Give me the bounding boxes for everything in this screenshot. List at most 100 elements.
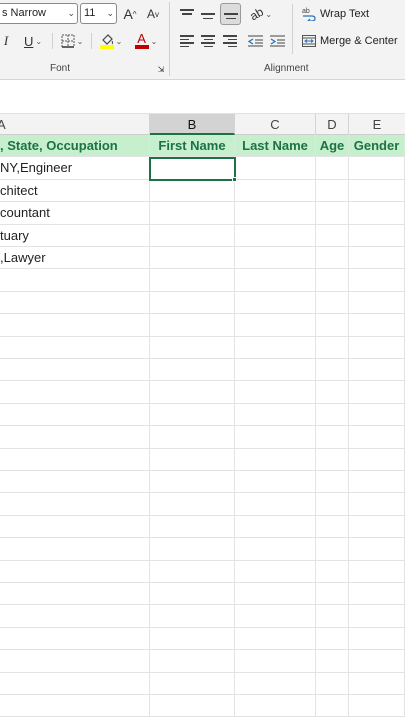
cell-a[interactable]: [0, 471, 150, 493]
cell-e[interactable]: [349, 403, 405, 426]
cell-a[interactable]: [0, 291, 150, 314]
font-name-combobox[interactable]: s Narrow ⌄: [0, 3, 78, 24]
grow-font-button[interactable]: A ^: [120, 4, 140, 24]
cell-d[interactable]: [316, 695, 349, 717]
cell-d[interactable]: [316, 538, 349, 560]
cell-d[interactable]: [316, 314, 349, 336]
align-left-button[interactable]: [178, 32, 196, 50]
cell-c[interactable]: [235, 202, 316, 224]
cell-e[interactable]: [349, 650, 405, 672]
column-header-e[interactable]: E: [349, 114, 405, 135]
cell-b[interactable]: [150, 672, 235, 694]
cell-a[interactable]: [0, 695, 150, 717]
cell-e[interactable]: [349, 560, 405, 582]
cell-c[interactable]: [235, 583, 316, 605]
cell-a[interactable]: tuary: [0, 224, 150, 246]
cell-e[interactable]: [349, 672, 405, 694]
cell-c[interactable]: [235, 560, 316, 582]
cell-d[interactable]: [316, 224, 349, 246]
cell-a[interactable]: [0, 538, 150, 560]
cell-a[interactable]: [0, 314, 150, 336]
cell-e[interactable]: [349, 269, 405, 291]
cell-c[interactable]: [235, 336, 316, 358]
cell-d[interactable]: [316, 515, 349, 538]
cell-a[interactable]: ,Lawyer: [0, 247, 150, 269]
cell-d[interactable]: [316, 202, 349, 224]
cell-c[interactable]: [235, 426, 316, 448]
cell-b[interactable]: [150, 695, 235, 717]
cell-d[interactable]: [316, 179, 349, 202]
cell-c[interactable]: [235, 538, 316, 560]
cell-d[interactable]: [316, 448, 349, 470]
cell-b[interactable]: [150, 650, 235, 672]
cell-b[interactable]: [150, 247, 235, 269]
cell-b[interactable]: [150, 269, 235, 291]
cell-d[interactable]: [316, 672, 349, 694]
cell-b[interactable]: [150, 291, 235, 314]
font-size-combobox[interactable]: 11 ⌄: [80, 3, 117, 24]
cell-b[interactable]: [150, 403, 235, 426]
cell-d[interactable]: [316, 359, 349, 381]
cell-e[interactable]: [349, 583, 405, 605]
cell-e[interactable]: [349, 493, 405, 515]
cell-e[interactable]: [349, 538, 405, 560]
cell-c[interactable]: Last Name: [235, 135, 316, 157]
middle-align-button[interactable]: [199, 5, 217, 23]
cell-e[interactable]: [349, 448, 405, 470]
cell-c[interactable]: [235, 471, 316, 493]
column-header-c[interactable]: C: [235, 114, 316, 135]
chevron-down-icon[interactable]: ⌄: [265, 10, 272, 19]
cell-a[interactable]: [0, 381, 150, 403]
cell-c[interactable]: [235, 493, 316, 515]
chevron-down-icon[interactable]: ⌄: [77, 37, 84, 46]
cell-e[interactable]: [349, 695, 405, 717]
cell-e[interactable]: [349, 605, 405, 627]
cell-a[interactable]: [0, 336, 150, 358]
cell-a[interactable]: [0, 605, 150, 627]
cell-b[interactable]: [150, 583, 235, 605]
cell-d[interactable]: [316, 403, 349, 426]
cell-c[interactable]: [235, 627, 316, 650]
cell-c[interactable]: [235, 314, 316, 336]
cell-a[interactable]: [0, 672, 150, 694]
cell-e[interactable]: [349, 291, 405, 314]
cell-c[interactable]: [235, 359, 316, 381]
cell-b[interactable]: [150, 224, 235, 246]
cell-e[interactable]: [349, 336, 405, 358]
cell-e[interactable]: [349, 471, 405, 493]
cell-a[interactable]: [0, 560, 150, 582]
cell-e[interactable]: [349, 179, 405, 202]
cell-c[interactable]: [235, 672, 316, 694]
cell-a[interactable]: [0, 426, 150, 448]
cell-b[interactable]: [150, 515, 235, 538]
cell-e[interactable]: [349, 314, 405, 336]
cell-d[interactable]: [316, 291, 349, 314]
cell-a[interactable]: [0, 403, 150, 426]
cell-c[interactable]: [235, 403, 316, 426]
cell-a[interactable]: [0, 627, 150, 650]
cell-a[interactable]: NY,Engineer: [0, 157, 150, 179]
increase-indent-button[interactable]: [268, 32, 286, 50]
cell-d[interactable]: [316, 269, 349, 291]
cell-a[interactable]: [0, 269, 150, 291]
cell-b[interactable]: [150, 381, 235, 403]
cell-c[interactable]: [235, 269, 316, 291]
cell-a[interactable]: , State, Occupation: [0, 135, 150, 157]
cell-e[interactable]: [349, 157, 405, 179]
cell-b[interactable]: [150, 314, 235, 336]
cell-c[interactable]: [235, 381, 316, 403]
chevron-down-icon[interactable]: ⌄: [116, 37, 123, 46]
cell-b[interactable]: [150, 538, 235, 560]
cell-b[interactable]: [150, 605, 235, 627]
cell-b[interactable]: First Name: [150, 135, 235, 157]
wrap-text-button[interactable]: ab Wrap Text: [302, 6, 369, 22]
chevron-down-icon[interactable]: ⌄: [151, 37, 158, 46]
font-dialog-launcher-icon[interactable]: ⇲: [156, 64, 166, 74]
cell-a[interactable]: [0, 583, 150, 605]
cell-b[interactable]: [150, 560, 235, 582]
cell-c[interactable]: [235, 224, 316, 246]
cell-c[interactable]: [235, 291, 316, 314]
cell-c[interactable]: [235, 515, 316, 538]
cell-e[interactable]: [349, 627, 405, 650]
decrease-indent-button[interactable]: [246, 32, 264, 50]
